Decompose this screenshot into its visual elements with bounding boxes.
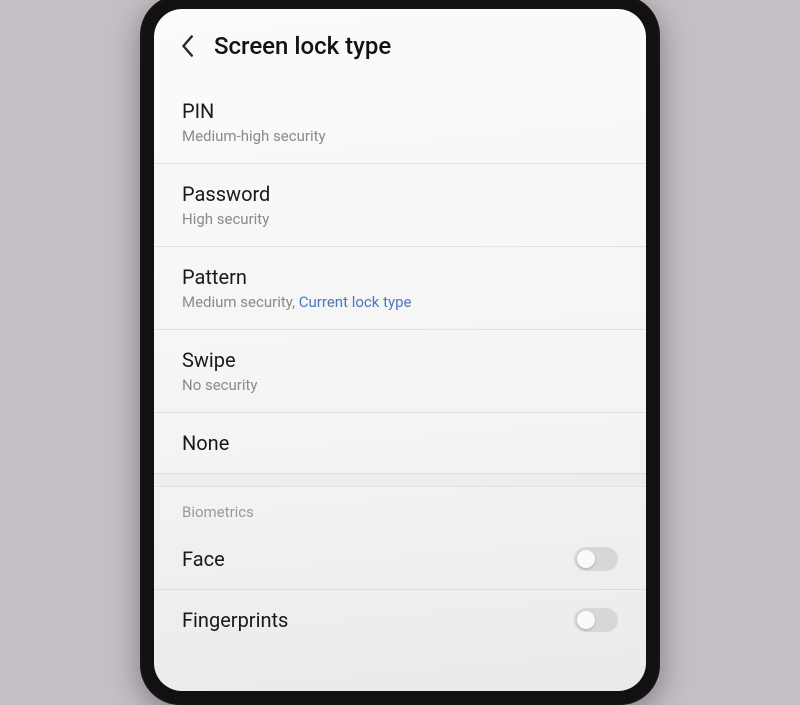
subtitle-text: Medium security, [182,293,295,311]
lock-type-text: Pattern Medium security, Current lock ty… [182,265,411,311]
settings-list: PIN Medium-high security Password High s… [154,81,646,691]
item-title: Password [182,182,270,206]
header-bar: Screen lock type [154,9,646,81]
item-subtitle: Medium-high security [182,127,326,145]
lock-type-text: Password High security [182,182,270,228]
biometrics-section-header: Biometrics [154,487,646,529]
lock-type-pattern[interactable]: Pattern Medium security, Current lock ty… [154,247,646,330]
back-button[interactable] [170,29,204,63]
biometric-fingerprints[interactable]: Fingerprints [154,590,646,650]
item-title: PIN [182,99,326,123]
item-title: Face [182,547,225,571]
lock-type-text: PIN Medium-high security [182,99,326,145]
settings-screen: Screen lock type PIN Medium-high securit… [154,9,646,691]
item-title: None [182,431,229,455]
item-subtitle: No security [182,376,258,394]
item-subtitle: High security [182,210,270,228]
lock-type-text: Swipe No security [182,348,258,394]
current-lock-badge: Current lock type [299,293,412,311]
lock-type-swipe[interactable]: Swipe No security [154,330,646,413]
page-title: Screen lock type [214,32,391,60]
item-title: Swipe [182,348,258,372]
chevron-left-icon [179,34,195,58]
phone-frame: Screen lock type PIN Medium-high securit… [140,0,660,705]
lock-type-text: None [182,431,229,455]
biometric-text: Fingerprints [182,608,288,632]
lock-type-none[interactable]: None [154,413,646,473]
section-divider [154,473,646,487]
face-toggle[interactable] [574,547,618,571]
item-title: Pattern [182,265,411,289]
biometric-text: Face [182,547,225,571]
item-subtitle: Medium security, Current lock type [182,293,411,311]
lock-type-pin[interactable]: PIN Medium-high security [154,81,646,164]
item-title: Fingerprints [182,608,288,632]
biometric-face[interactable]: Face [154,529,646,590]
fingerprints-toggle[interactable] [574,608,618,632]
lock-type-password[interactable]: Password High security [154,164,646,247]
